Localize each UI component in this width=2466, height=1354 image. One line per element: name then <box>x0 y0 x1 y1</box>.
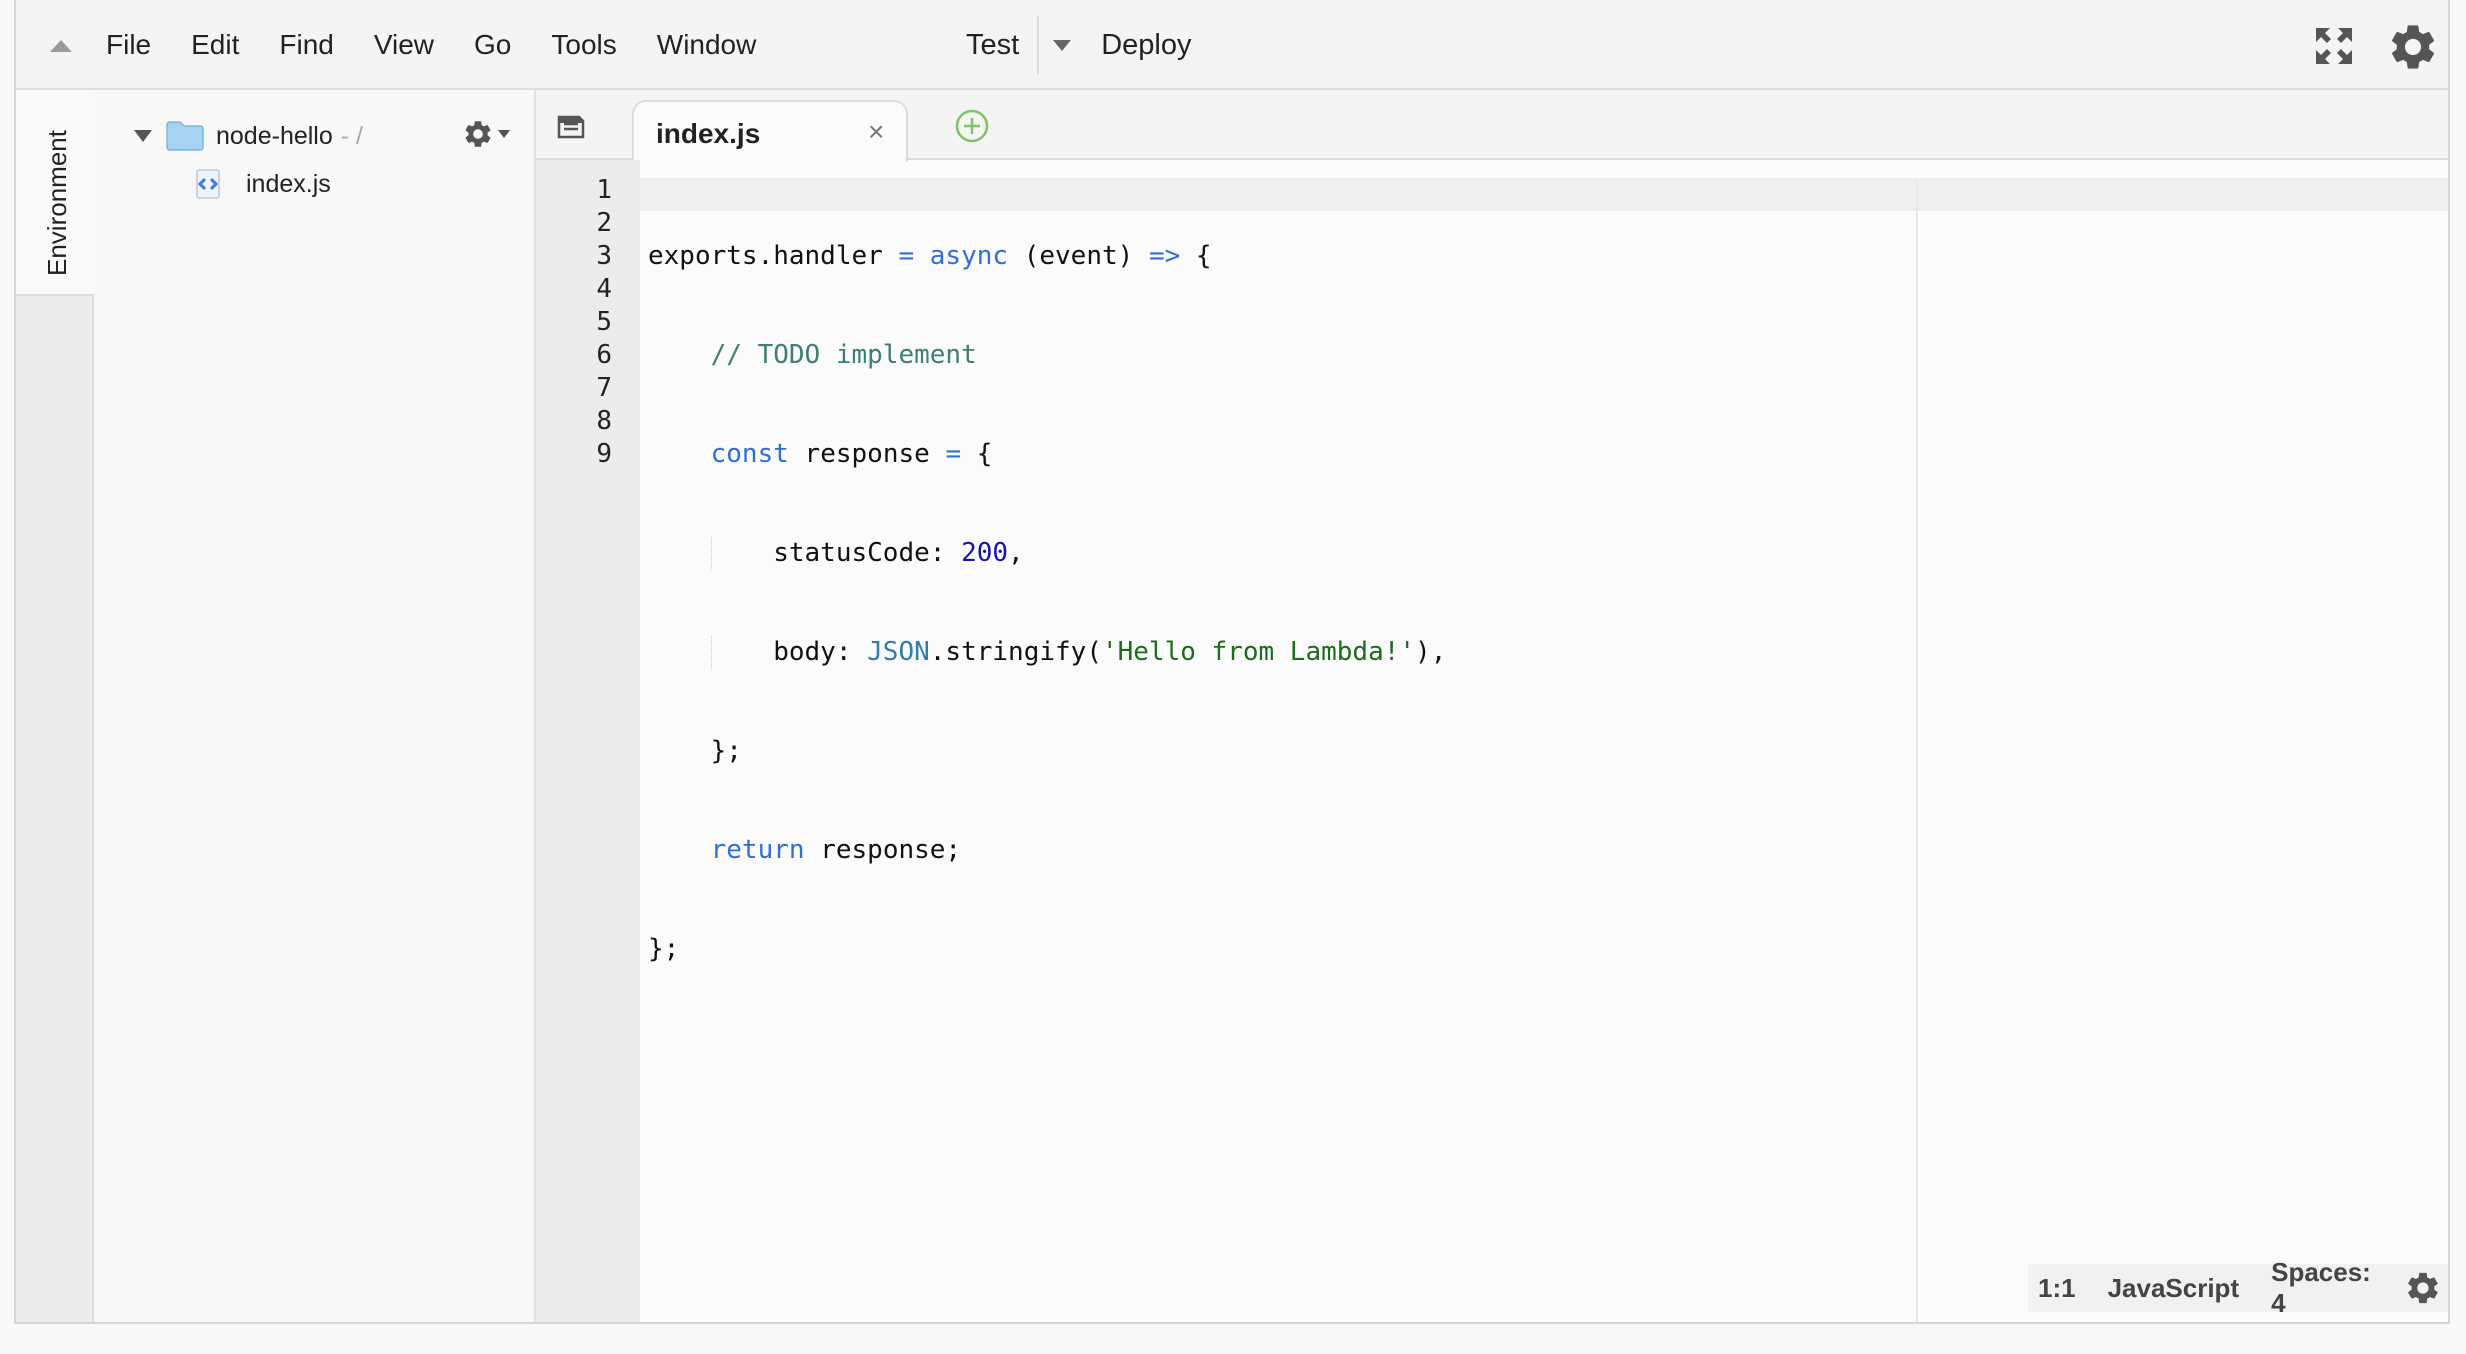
chevron-down-icon <box>498 130 510 138</box>
test-button[interactable]: Test <box>966 29 1019 62</box>
close-icon[interactable]: × <box>868 116 884 148</box>
line-numbers: 1 2 3 4 5 6 7 8 9 <box>536 174 612 471</box>
file-name: index.js <box>246 169 331 198</box>
tab-environment-label: Environment <box>42 130 72 276</box>
code-editor[interactable]: exports.handler = async (event) => { // … <box>648 174 1446 1131</box>
indent-setting[interactable]: Spaces: 4 <box>2271 1257 2386 1319</box>
indent-guide <box>710 636 712 669</box>
menu-find[interactable]: Find <box>279 0 333 90</box>
line-number: 1 <box>596 175 612 205</box>
cursor-position[interactable]: 1:1 <box>2038 1273 2076 1304</box>
menu-edit[interactable]: Edit <box>191 0 239 90</box>
run-group: Test Deploy <box>966 0 1191 90</box>
code-line: statusCode: 200, <box>648 537 1024 570</box>
menu-window[interactable]: Window <box>657 0 757 90</box>
status-bar: 1:1 JavaScript Spaces: 4 <box>2028 1257 2448 1318</box>
line-number: 3 <box>596 241 612 271</box>
run-divider <box>1037 16 1040 74</box>
menubar: File Edit Find View Go Tools Window Test… <box>16 0 2448 90</box>
tree-settings[interactable] <box>462 118 510 150</box>
folder-path: - / <box>340 121 363 150</box>
tab-label: index.js <box>656 118 761 149</box>
folder-icon <box>166 121 204 151</box>
test-dropdown-icon[interactable] <box>1053 39 1072 51</box>
folder-name: node-hello <box>216 121 333 150</box>
code-line: }; <box>648 736 742 766</box>
js-file-icon <box>196 169 220 199</box>
menu-view[interactable]: View <box>374 0 434 90</box>
file-tree: node-hello - / index.js <box>94 90 536 1322</box>
code-line: // TODO implement <box>648 340 977 370</box>
expand-icon[interactable] <box>134 130 152 142</box>
code-line: body: JSON.stringify('Hello from Lambda!… <box>648 636 1447 669</box>
language-mode[interactable]: JavaScript <box>2108 1273 2240 1304</box>
editor-area: index.js × 1 2 3 4 5 6 7 8 9 exports.han… <box>536 90 2448 1322</box>
line-number: 2 <box>596 208 612 238</box>
print-margin <box>1916 180 1918 1322</box>
menu-go[interactable]: Go <box>474 0 511 90</box>
tab-environment[interactable]: Environment <box>16 90 94 296</box>
main-menu: File Edit Find View Go Tools Window <box>106 0 796 90</box>
code-line: const response = { <box>710 439 993 469</box>
line-number: 7 <box>596 373 612 403</box>
collapse-up-icon[interactable] <box>50 40 72 52</box>
code-line: }; <box>648 934 680 964</box>
line-number: 8 <box>596 406 612 436</box>
editor-tab-strip: index.js × <box>536 90 2448 162</box>
gear-icon[interactable] <box>2386 20 2440 74</box>
tree-folder-node-hello[interactable]: node-hello - / <box>134 116 363 156</box>
line-number: 9 <box>596 439 612 469</box>
code-line: return response; <box>710 835 962 865</box>
side-tabbar: Environment <box>16 90 94 1322</box>
menu-tools[interactable]: Tools <box>551 0 616 90</box>
fullscreen-icon[interactable] <box>2314 26 2354 66</box>
tab-list-icon[interactable] <box>556 114 586 140</box>
tree-file-index-js[interactable]: index.js <box>192 164 331 204</box>
gear-icon <box>465 121 491 147</box>
indent-guide <box>710 537 712 570</box>
ide-window: File Edit Find View Go Tools Window Test… <box>14 0 2450 1324</box>
line-number: 6 <box>596 340 612 370</box>
menu-file[interactable]: File <box>106 0 151 90</box>
line-number: 5 <box>596 307 612 337</box>
gear-icon[interactable] <box>2404 1268 2442 1308</box>
code-line: exports.handler = async (event) => { <box>648 241 1212 271</box>
tab-index-js[interactable]: index.js × <box>632 100 908 162</box>
line-number: 4 <box>596 274 612 304</box>
deploy-button[interactable]: Deploy <box>1101 29 1191 62</box>
add-tab-icon[interactable] <box>954 108 990 144</box>
